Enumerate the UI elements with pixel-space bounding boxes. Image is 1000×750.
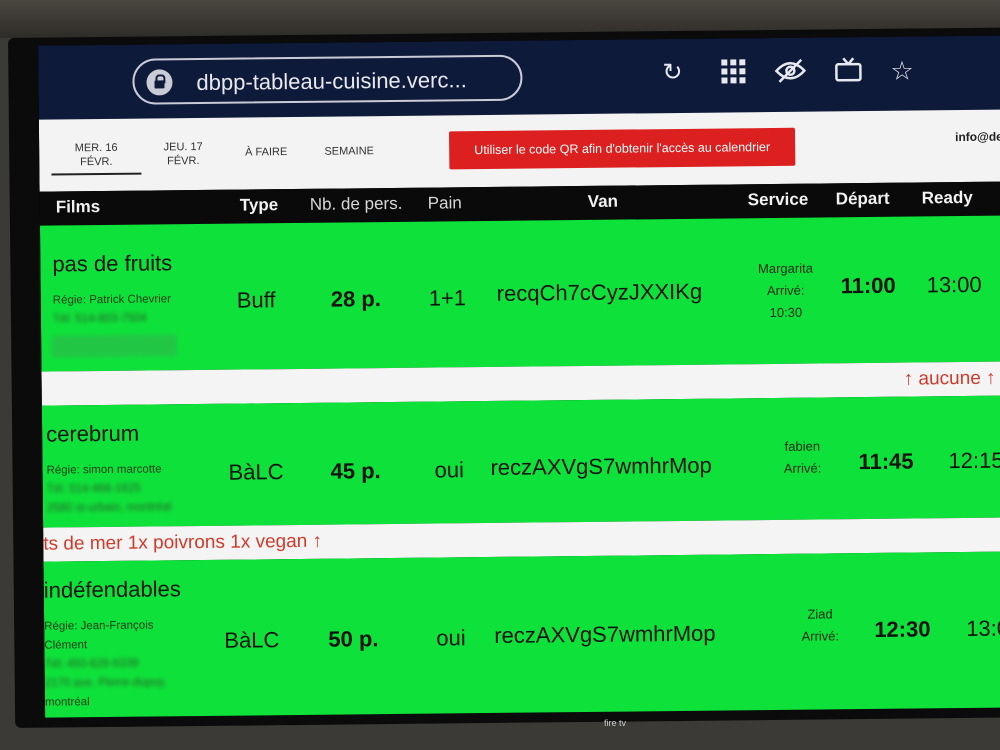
regie-name: Régie: Patrick Chevrier — [52, 293, 172, 307]
tab-label: À FAIRE — [245, 146, 288, 159]
qr-code-banner: Utiliser le code QR afin d'obtenir l'acc… — [449, 127, 796, 170]
regie-name-cont: Clément — [44, 639, 88, 652]
film-title: indéfendables — [43, 576, 181, 603]
van-cell: reczAXVgS7wmhrMop — [490, 452, 712, 480]
pain-cell: oui — [436, 625, 466, 651]
tv-screen: dbpp-tableau-cuisine.verc... ↻ ☆ MER. 16… — [38, 35, 1000, 718]
depart-cell: 12:30 — [874, 616, 931, 642]
col-pain: Pain — [427, 193, 462, 213]
tab-jeu-17[interactable]: JEU. 17 FÉVR. — [147, 140, 219, 169]
table-row[interactable]: cerebrum Régie: simon marcotte Tél: 514-… — [41, 395, 1000, 528]
tab-label: MER. 16 — [74, 141, 118, 155]
tv-frame: dbpp-tableau-cuisine.verc... ↻ ☆ MER. 16… — [8, 27, 1000, 728]
date-nav: MER. 16 FÉVR. JEU. 17 FÉVR. À FAIRE SEMA… — [38, 109, 1000, 192]
type-cell: BàLC — [228, 459, 284, 485]
arrive-time: 10:30 — [769, 304, 803, 321]
regie-phone: Tél: 514-466-1625 — [46, 482, 141, 496]
col-films: Films — [55, 197, 101, 217]
arrive-label: Arrivé: — [801, 628, 840, 644]
pain-cell: 1+1 — [428, 285, 467, 311]
grid-icon[interactable] — [720, 58, 746, 91]
col-type: Type — [239, 195, 279, 215]
regie-city: montréal — [44, 696, 90, 709]
pers-cell: 50 p. — [328, 626, 379, 652]
type-cell: BàLC — [224, 627, 280, 653]
regie-address: 2580 st-urbain, montréal — [46, 501, 172, 515]
col-van: Van — [587, 191, 619, 211]
tab-label: JEU. 17 — [163, 140, 203, 154]
star-icon[interactable]: ☆ — [890, 56, 914, 86]
arrive-label: Arrivé: — [783, 460, 822, 476]
tab-label: SEMAINE — [324, 145, 375, 158]
service-name: Margarita — [757, 260, 813, 277]
pers-cell: 28 p. — [330, 286, 382, 312]
address-bar[interactable]: dbpp-tableau-cuisine.verc... — [132, 54, 523, 105]
col-ready: Ready — [921, 187, 973, 208]
tv-icon[interactable] — [834, 57, 862, 90]
service-cell: Ziad Arrivé: — [788, 603, 852, 648]
table-row[interactable]: pas de fruits Régie: Patrick Chevrier Té… — [39, 215, 1000, 372]
service-name: fabien — [784, 438, 821, 454]
tab-semaine[interactable]: SEMAINE — [315, 144, 383, 159]
service-cell: fabien Arrivé: — [770, 435, 834, 480]
contact-email[interactable]: info@de — [955, 130, 1000, 144]
depart-cell: 11:00 — [840, 272, 896, 299]
pain-cell: oui — [434, 457, 465, 483]
fire-tv-logo: fire tv — [604, 718, 627, 728]
col-depart: Départ — [835, 188, 890, 209]
col-pers: Nb. de pers. — [309, 193, 403, 214]
depart-cell: 11:45 — [858, 448, 914, 475]
service-cell: Margarita Arrivé: 10:30 — [746, 257, 825, 324]
regie-phone: Tél: 450-626-6339 — [44, 657, 139, 671]
pers-cell: 45 p. — [330, 458, 381, 484]
regie-info: Régie: Jean-François Clément Tél: 450-62… — [44, 616, 167, 712]
table-row[interactable]: indéfendables Régie: Jean-François Cléme… — [43, 551, 1000, 718]
col-service: Service — [747, 189, 809, 210]
url-text: dbpp-tableau-cuisine.verc... — [196, 67, 467, 96]
regie-name: Régie: Jean-François — [44, 619, 154, 633]
service-name: Ziad — [807, 606, 833, 622]
regie-phone: Tél: 514-803-7504 — [52, 312, 147, 326]
tab-label: FÉVR. — [80, 155, 113, 169]
redacted-block — [51, 334, 178, 358]
type-cell: Buff — [236, 287, 276, 313]
lock-icon[interactable] — [146, 69, 173, 96]
tab-mer-16[interactable]: MER. 16 FÉVR. — [51, 140, 142, 176]
film-title: cerebrum — [46, 420, 140, 447]
tab-label: FÉVR. — [167, 155, 200, 168]
ready-cell: 13:00 — [926, 271, 982, 298]
tab-a-faire[interactable]: À FAIRE — [235, 145, 297, 160]
film-title: pas de fruits — [52, 250, 173, 277]
regie-address: 2170 ave. Pierre-dupuy, — [44, 676, 167, 690]
van-cell: reczAXVgS7wmhrMop — [494, 620, 716, 648]
eye-off-icon[interactable] — [774, 58, 807, 91]
regie-info: Régie: simon marcotte Tél: 514-466-1625 … — [46, 460, 171, 518]
reload-icon[interactable]: ↻ — [662, 59, 682, 87]
ready-cell: 12:15 — [948, 447, 1000, 474]
arrive-label: Arrivé: — [766, 282, 805, 299]
regie-name: Régie: simon marcotte — [46, 463, 162, 477]
regie-info: Régie: Patrick Chevrier Tél: 514-803-750… — [53, 290, 172, 329]
van-cell: recqCh7cCyzJXXIKg — [496, 278, 703, 306]
ready-cell: 13:0 — [966, 615, 1000, 641]
browser-toolbar: dbpp-tableau-cuisine.verc... ↻ ☆ — [38, 35, 1000, 120]
